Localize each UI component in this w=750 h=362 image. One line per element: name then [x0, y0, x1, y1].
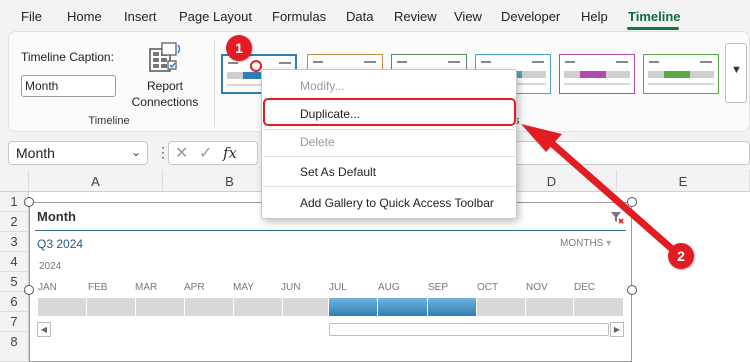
formula-buttons: ✕ ✓ fx [168, 141, 258, 165]
scroll-thumb[interactable] [329, 323, 609, 336]
month-label-aug: AUG [378, 282, 400, 293]
month-cell-jul[interactable] [329, 298, 378, 316]
month-cell-nov[interactable] [526, 298, 574, 316]
active-tab-underline [627, 27, 679, 30]
month-cell-dec[interactable] [574, 298, 624, 316]
select-all-corner[interactable] [0, 170, 29, 192]
row-header[interactable]: 4 [0, 252, 29, 272]
triangle-down-icon: ▾ [606, 238, 612, 249]
timeline-slicer[interactable]: Month Q3 2024 MONTHS ▾ 2024 JAN FEB MAR … [29, 202, 632, 362]
month-label-feb: FEB [88, 282, 108, 293]
menu-help[interactable]: Help [581, 9, 608, 24]
month-label-oct: OCT [477, 282, 499, 293]
menu-insert[interactable]: Insert [124, 9, 157, 24]
month-label-nov: NOV [526, 282, 548, 293]
month-cell-aug[interactable] [378, 298, 428, 316]
title-divider [35, 230, 626, 231]
month-label-mar: MAR [135, 282, 158, 293]
menu-item-set-as-default[interactable]: Set As Default [300, 165, 376, 179]
menu-bar: File Home Insert Page Layout Formulas Da… [0, 0, 750, 30]
month-cell-jan[interactable] [38, 298, 87, 316]
close-icon[interactable]: ✕ [175, 143, 188, 163]
menu-item-delete[interactable]: Delete [300, 135, 335, 149]
row-header[interactable]: 3 [0, 232, 29, 252]
timeline-style-6[interactable] [643, 54, 719, 94]
resize-handle[interactable] [627, 197, 637, 207]
menu-review[interactable]: Review [394, 9, 437, 24]
time-level-label: MONTHS [560, 238, 604, 249]
menu-separator [263, 186, 516, 187]
month-cell-feb[interactable] [87, 298, 136, 316]
menu-data[interactable]: Data [346, 9, 373, 24]
row-header[interactable]: 8 [0, 332, 29, 362]
month-cell-oct[interactable] [477, 298, 526, 316]
menu-item-duplicate[interactable]: Duplicate... [300, 107, 360, 121]
month-label-jan: JAN [38, 282, 57, 293]
month-cell-apr[interactable] [185, 298, 234, 316]
group-separator [214, 40, 215, 126]
month-cell-mar[interactable] [136, 298, 185, 316]
column-header-e[interactable]: E [617, 170, 750, 192]
month-label-dec: DEC [574, 282, 596, 293]
month-label-apr: APR [184, 282, 205, 293]
row-header[interactable]: 6 [0, 292, 29, 312]
check-icon[interactable]: ✓ [199, 143, 212, 163]
timeline-caption-label: Timeline Caption: [21, 50, 114, 64]
month-label-may: MAY [233, 282, 254, 293]
chevron-down-icon: ▼ [731, 64, 742, 76]
name-box[interactable]: Month ⌄ [8, 141, 148, 165]
formula-input[interactable] [500, 141, 750, 165]
gallery-context-menu: Modify... Duplicate... Delete Set As Def… [261, 69, 517, 219]
menu-page-layout[interactable]: Page Layout [179, 9, 252, 24]
month-label-jun: JUN [281, 282, 301, 293]
resize-handle[interactable] [627, 285, 637, 295]
menu-view[interactable]: View [454, 9, 482, 24]
column-header-a[interactable]: A [29, 170, 163, 192]
resize-handle[interactable] [24, 197, 34, 207]
year-label: 2024 [39, 261, 62, 272]
month-label-jul: JUL [329, 282, 347, 293]
timeline-group-label: Timeline [88, 115, 130, 127]
menu-separator [263, 156, 516, 157]
menu-timeline[interactable]: Timeline [628, 9, 681, 24]
month-label-sep: SEP [428, 282, 449, 293]
resize-handle[interactable] [24, 285, 34, 295]
name-box-value: Month [16, 145, 55, 161]
row-header[interactable]: 2 [0, 212, 29, 232]
menu-file[interactable]: File [21, 9, 42, 24]
report-connections-label: Report Connections [123, 78, 207, 110]
report-label-line1: Report [146, 79, 184, 93]
scroll-right-icon[interactable]: ▶ [610, 322, 624, 337]
gallery-more-button[interactable]: ▼ [725, 43, 747, 103]
chevron-down-icon[interactable]: ⌄ [131, 145, 141, 159]
selected-period-label: Q3 2024 [37, 237, 84, 251]
menu-formulas[interactable]: Formulas [272, 9, 326, 24]
timeline-style-5[interactable] [559, 54, 635, 94]
insert-function-icon[interactable]: fx [223, 144, 237, 162]
report-label-line2: Connections [131, 95, 199, 109]
report-connections-button[interactable]: Report Connections [123, 38, 207, 110]
menu-separator [263, 129, 516, 130]
timeline-caption-input[interactable] [21, 75, 116, 97]
menu-item-modify[interactable]: Modify... [300, 79, 344, 93]
menu-developer[interactable]: Developer [501, 9, 560, 24]
clear-filter-icon[interactable] [610, 210, 624, 224]
cursor-marker [250, 60, 262, 72]
scroll-left-icon[interactable]: ◀ [37, 322, 51, 337]
row-header[interactable]: 7 [0, 312, 29, 332]
step-badge-2: 2 [668, 243, 694, 269]
month-cell-may[interactable] [234, 298, 283, 316]
month-cell-sep[interactable] [428, 298, 477, 316]
report-connections-icon [149, 42, 181, 72]
menu-item-add-gallery-qat[interactable]: Add Gallery to Quick Access Toolbar [300, 196, 494, 210]
menu-home[interactable]: Home [67, 9, 102, 24]
timeline-title: Month [37, 209, 76, 224]
timeline-scrollbar[interactable]: ◀ ▶ [35, 322, 625, 337]
time-level-dropdown[interactable]: MONTHS ▾ [560, 238, 611, 249]
step-badge-1: 1 [226, 35, 252, 61]
month-cell-jun[interactable] [283, 298, 329, 316]
